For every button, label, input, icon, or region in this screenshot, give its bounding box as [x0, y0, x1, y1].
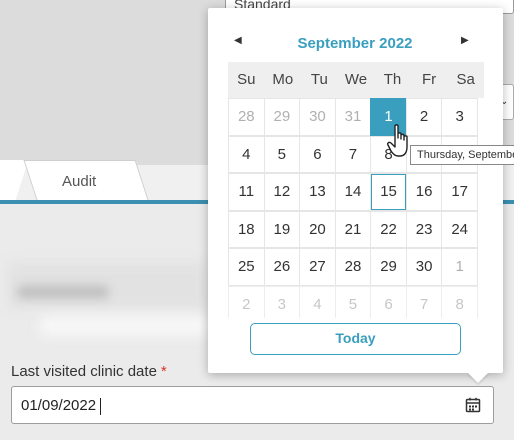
calendar-day[interactable]: 12 — [263, 173, 301, 211]
calendar-week-row: 18 19 20 21 22 23 24 — [228, 210, 484, 249]
calendar-day[interactable]: 23 — [405, 210, 443, 249]
calendar-week-row: 28 29 30 31 1 2 3 — [228, 98, 484, 136]
calendar-icon[interactable] — [465, 397, 481, 413]
calendar-day[interactable]: 11 — [228, 173, 265, 211]
calendar-day[interactable]: 8 — [441, 286, 478, 318]
hand-cursor-icon — [387, 124, 408, 157]
calendar-day[interactable]: 27 — [299, 248, 336, 286]
text-caret — [100, 398, 101, 415]
calendar-day[interactable]: 2 — [228, 286, 265, 318]
weekday-label: Su — [237, 71, 256, 88]
calendar-day[interactable]: 4 — [228, 135, 265, 174]
calendar-day[interactable]: 7 — [334, 135, 372, 174]
next-month-button[interactable]: ▶ — [461, 35, 469, 46]
calendar-day[interactable]: 30 — [299, 98, 336, 136]
calendar-day[interactable]: 16 — [405, 173, 443, 211]
date-tooltip: Thursday, September 1, 2022 — [410, 145, 514, 165]
calendar-day-today[interactable]: 15 — [370, 173, 407, 211]
calendar-day[interactable]: 20 — [299, 210, 336, 249]
weekday-label: Mo — [272, 71, 294, 88]
tab-previous[interactable] — [0, 160, 29, 200]
calendar-day[interactable]: 5 — [334, 286, 372, 318]
calendar-day[interactable]: 28 — [334, 248, 372, 286]
calendar-day[interactable]: 5 — [263, 135, 301, 174]
calendar-day[interactable]: 28 — [228, 98, 265, 136]
calendar-day[interactable]: 6 — [299, 135, 336, 174]
calendar-day[interactable]: 24 — [441, 210, 478, 249]
calendar-day[interactable]: 29 — [370, 248, 407, 286]
weekday-label: Th — [383, 71, 402, 88]
weekday-header: Su Mo Tu We Th Fr Sa — [228, 62, 484, 98]
calendar-day[interactable]: 13 — [299, 173, 336, 211]
calendar-week-row: 2345678 — [228, 286, 484, 318]
today-button[interactable]: Today — [250, 323, 461, 355]
month-title[interactable]: September 2022 — [260, 35, 450, 52]
calendar-day[interactable]: 7 — [405, 286, 443, 318]
calendar-day[interactable]: 3 — [441, 98, 478, 136]
calendar-week-row: 25 26 27 28 29 30 1 — [228, 248, 484, 286]
blurred-content — [8, 262, 208, 308]
calendar-day[interactable]: 25 — [228, 248, 265, 286]
weekday-label: We — [344, 71, 368, 88]
calendar-day[interactable]: 6 — [370, 286, 407, 318]
tab-audit-label[interactable]: Audit — [62, 173, 96, 190]
last-visited-date-label: Last visited clinic date * — [11, 363, 167, 380]
calendar-day[interactable]: 31 — [334, 98, 372, 136]
prev-month-button[interactable]: ◀ — [234, 35, 242, 46]
calendar-day[interactable]: 17 — [441, 173, 478, 211]
calendar-day[interactable]: 22 — [370, 210, 407, 249]
calendar-day[interactable]: 21 — [334, 210, 372, 249]
calendar-week-row: 11 12 13 14 15 16 17 — [228, 173, 484, 211]
calendar-day[interactable]: 26 — [263, 248, 301, 286]
label-text: Last visited clinic date — [11, 363, 157, 380]
calendar-day[interactable]: 3 — [263, 286, 301, 318]
blurred-content-field — [40, 316, 210, 336]
calendar-day[interactable]: 4 — [299, 286, 336, 318]
calendar-day[interactable]: 29 — [263, 98, 301, 136]
last-visited-date-input[interactable] — [11, 386, 494, 424]
weekday-label: Sa — [456, 71, 475, 88]
calendar-day[interactable]: 19 — [263, 210, 301, 249]
weekday-label: Tu — [310, 71, 328, 88]
weekday-label: Fr — [422, 71, 437, 88]
calendar-day[interactable]: 30 — [405, 248, 443, 286]
calendar-day[interactable]: 18 — [228, 210, 265, 249]
blurred-content-text — [18, 286, 108, 298]
calendar-grid: SuMoTuWeThFrSa 2829303112345678910111213… — [228, 62, 484, 318]
required-mark: * — [160, 363, 167, 380]
calendar-day[interactable]: 14 — [334, 173, 372, 211]
popup-arrow — [467, 372, 489, 383]
calendar-day[interactable]: 1 — [441, 248, 478, 286]
